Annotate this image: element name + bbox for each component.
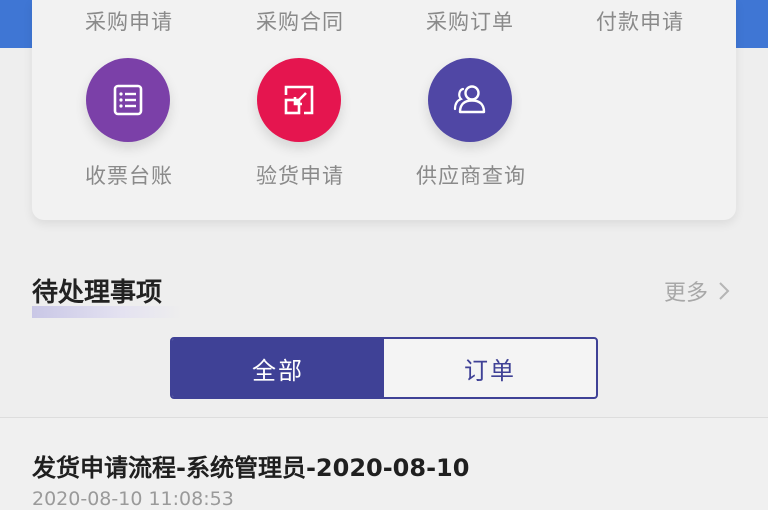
action-purchase-request[interactable]: 采购申请: [49, 6, 209, 36]
action-purchase-order[interactable]: 采购订单: [390, 6, 550, 36]
tab-all[interactable]: 全部: [172, 339, 384, 397]
item-title: 发货申请流程-系统管理员-2020-08-10: [32, 454, 470, 482]
inspection-request-button[interactable]: [257, 58, 341, 142]
invoice-ledger-label[interactable]: 收票台账: [44, 160, 214, 190]
tab-orders[interactable]: 订单: [384, 339, 596, 397]
supplier-query-button[interactable]: [428, 58, 512, 142]
more-label: 更多: [663, 281, 708, 306]
inspection-request-label[interactable]: 验货申请: [215, 160, 385, 190]
more-link[interactable]: 更多: [664, 275, 732, 307]
list-icon: [113, 84, 143, 116]
item-timestamp: 2020-08-10 11:08:53: [32, 488, 234, 510]
supplier-query-label[interactable]: 供应商查询: [386, 160, 556, 190]
action-payment-request[interactable]: 付款申请: [560, 6, 720, 36]
title-underline-decoration: [32, 306, 182, 318]
invoice-ledger-button[interactable]: [86, 58, 170, 142]
users-icon: [453, 85, 486, 114]
chevron-right-icon: [719, 282, 730, 300]
quick-actions-card: 采购申请 采购合同 采购订单 付款申请 收票台账 验货申请 供应商查询: [32, 0, 736, 220]
pending-section-title: 待处理事项: [32, 278, 163, 308]
import-arrow-icon: [284, 85, 314, 115]
pending-filter-tabs: 全部 订单: [170, 337, 598, 399]
list-item[interactable]: 发货申请流程-系统管理员-2020-08-10 2020-08-10 11:08…: [0, 418, 768, 510]
action-purchase-contract[interactable]: 采购合同: [220, 6, 380, 36]
